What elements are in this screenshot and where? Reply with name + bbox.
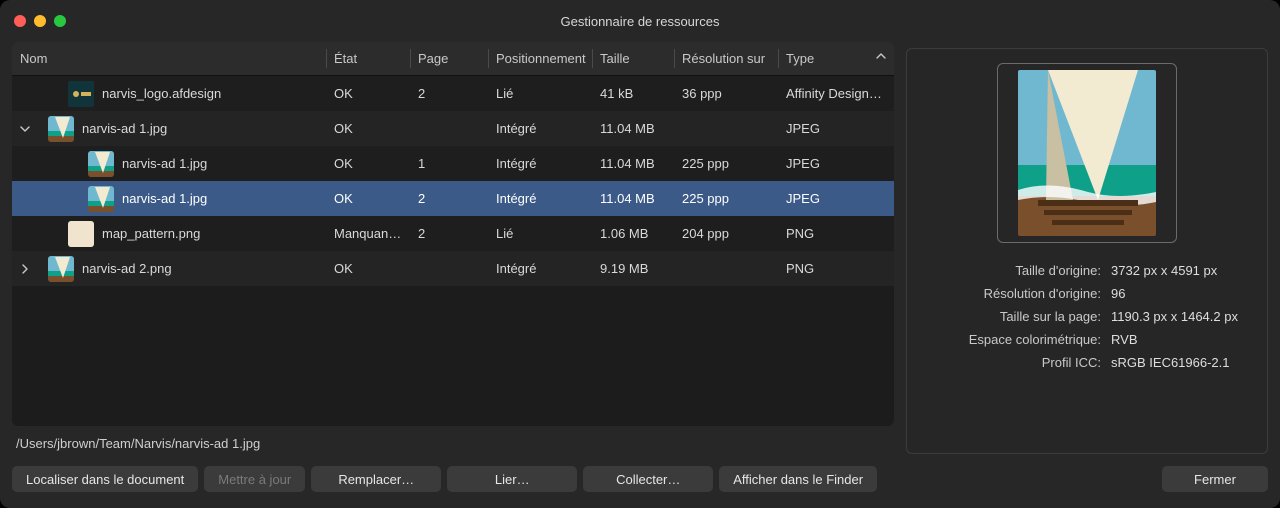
update-button[interactable]: Mettre à jour: [204, 466, 305, 492]
cell-type: JPEG: [778, 156, 894, 171]
details-meta: Taille d'origine: 3732 px x 4591 px Résol…: [921, 263, 1253, 370]
cell-status: OK: [326, 156, 410, 171]
label-icc: Profil ICC:: [921, 355, 1101, 370]
cell-type: Affinity Design…: [778, 86, 894, 101]
cell-position: Intégré: [488, 156, 592, 171]
resource-name: narvis-ad 1.jpg: [82, 121, 167, 136]
cell-status: Manquantes: [326, 226, 410, 241]
sort-indicator-icon: [876, 52, 886, 65]
value-orig-size: 3732 px x 4591 px: [1111, 263, 1217, 278]
value-orig-res: 96: [1111, 286, 1125, 301]
cell-resolution: 204 ppp: [674, 226, 778, 241]
resource-name: narvis-ad 2.png: [82, 261, 172, 276]
replace-button[interactable]: Remplacer…: [311, 466, 441, 492]
collect-button[interactable]: Collecter…: [583, 466, 713, 492]
table-row[interactable]: narvis-ad 1.jpg OK1Intégré11.04 MB225 ppp…: [12, 146, 894, 181]
column-name[interactable]: Nom: [12, 42, 326, 75]
preview-image: [1018, 70, 1156, 236]
cell-resolution: 225 ppp: [674, 191, 778, 206]
window-title: Gestionnaire de ressources: [0, 14, 1280, 29]
column-page[interactable]: Page: [410, 42, 488, 75]
cell-type: JPEG: [778, 191, 894, 206]
label-color-space: Espace colorimétrique:: [921, 332, 1101, 347]
disclosure-spacer: [18, 192, 32, 206]
value-color-space: RVB: [1111, 332, 1138, 347]
cell-position: Intégré: [488, 261, 592, 276]
cell-type: JPEG: [778, 121, 894, 136]
table-row[interactable]: narvis-ad 1.jpg OK2Intégré11.04 MB225 ppp…: [12, 181, 894, 216]
minimize-window-button[interactable]: [34, 15, 46, 27]
label-orig-res: Résolution d'origine:: [921, 286, 1101, 301]
label-page-size: Taille sur la page:: [921, 309, 1101, 324]
table-row[interactable]: narvis-ad 1.jpg OK Intégré11.04 MB JPEG: [12, 111, 894, 146]
cell-position: Lié: [488, 226, 592, 241]
cell-type: PNG: [778, 226, 894, 241]
cell-page: 2: [410, 191, 488, 206]
table-header: Nom État Page Positionnement Taille Réso…: [12, 42, 894, 76]
table-row[interactable]: narvis-ad 2.png OK Intégré9.19 MB PNG: [12, 251, 894, 286]
thumbnail-icon: [68, 81, 94, 107]
cell-position: Lié: [488, 86, 592, 101]
resource-name: map_pattern.png: [102, 226, 200, 241]
cell-page: 2: [410, 86, 488, 101]
cell-page: 1: [410, 156, 488, 171]
resource-name: narvis-ad 1.jpg: [122, 156, 207, 171]
window-controls: [14, 15, 66, 27]
column-size[interactable]: Taille: [592, 42, 674, 75]
footer: Localiser dans le document Mettre à jour…: [0, 460, 1280, 508]
maximize-window-button[interactable]: [54, 15, 66, 27]
resource-manager-window: Gestionnaire de ressources Nom État Page…: [0, 0, 1280, 508]
thumbnail-icon: [88, 151, 114, 177]
disclosure-down-icon[interactable]: [18, 122, 32, 136]
disclosure-spacer: [18, 87, 32, 101]
cell-size: 11.04 MB: [592, 191, 674, 206]
cell-size: 1.06 MB: [592, 226, 674, 241]
link-button[interactable]: Lier…: [447, 466, 577, 492]
cell-size: 11.04 MB: [592, 121, 674, 136]
cell-type: PNG: [778, 261, 894, 276]
column-resolution[interactable]: Résolution sur: [674, 42, 778, 75]
resource-name: narvis-ad 1.jpg: [122, 191, 207, 206]
locate-in-document-button[interactable]: Localiser dans le document: [12, 466, 198, 492]
cell-size: 41 kB: [592, 86, 674, 101]
titlebar: Gestionnaire de ressources: [0, 0, 1280, 42]
cell-position: Intégré: [488, 191, 592, 206]
disclosure-right-icon[interactable]: [18, 262, 32, 276]
show-in-finder-button[interactable]: Afficher dans le Finder: [719, 466, 877, 492]
cell-page: 2: [410, 226, 488, 241]
resource-name: narvis_logo.afdesign: [102, 86, 221, 101]
details-panel: Taille d'origine: 3732 px x 4591 px Résol…: [906, 48, 1268, 454]
close-window-button[interactable]: [14, 15, 26, 27]
cell-resolution: 225 ppp: [674, 156, 778, 171]
column-position[interactable]: Positionnement: [488, 42, 592, 75]
table-row[interactable]: map_pattern.png Manquantes2Lié1.06 MB204 …: [12, 216, 894, 251]
file-path: /Users/jbrown/Team/Narvis/narvis-ad 1.jp…: [12, 426, 894, 460]
table-row[interactable]: narvis_logo.afdesign OK2Lié41 kB36 pppAff…: [12, 76, 894, 111]
cell-size: 11.04 MB: [592, 156, 674, 171]
value-page-size: 1190.3 px x 1464.2 px: [1111, 309, 1238, 324]
column-status[interactable]: État: [326, 42, 410, 75]
label-orig-size: Taille d'origine:: [921, 263, 1101, 278]
cell-resolution: 36 ppp: [674, 86, 778, 101]
resources-table: Nom État Page Positionnement Taille Réso…: [12, 42, 894, 426]
cell-position: Intégré: [488, 121, 592, 136]
preview-frame: [997, 63, 1177, 243]
cell-size: 9.19 MB: [592, 261, 674, 276]
cell-status: OK: [326, 191, 410, 206]
disclosure-spacer: [18, 227, 32, 241]
value-icc: sRGB IEC61966-2.1: [1111, 355, 1230, 370]
thumbnail-icon: [48, 116, 74, 142]
thumbnail-icon: [48, 256, 74, 282]
column-type[interactable]: Type: [778, 42, 894, 75]
disclosure-spacer: [18, 157, 32, 171]
thumbnail-icon: [68, 221, 94, 247]
cell-status: OK: [326, 86, 410, 101]
cell-status: OK: [326, 261, 410, 276]
close-button[interactable]: Fermer: [1162, 466, 1268, 492]
cell-status: OK: [326, 121, 410, 136]
thumbnail-icon: [88, 186, 114, 212]
